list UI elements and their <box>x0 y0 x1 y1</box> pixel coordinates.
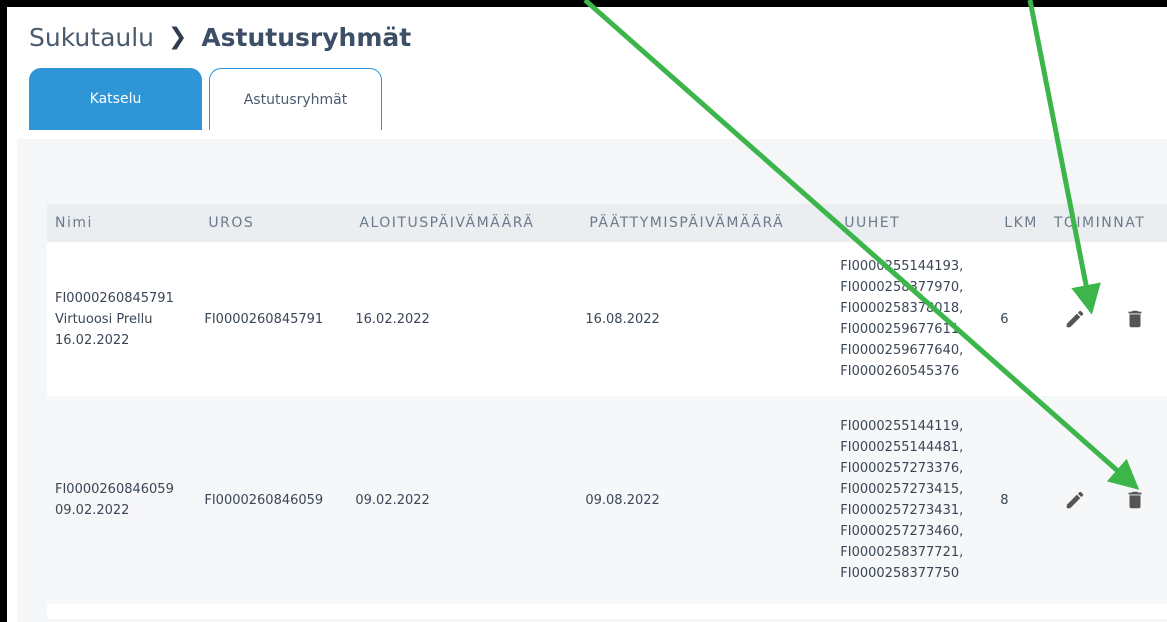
cell-aloitus: 09.02.2022 <box>351 396 582 604</box>
tab-astutusryhmat[interactable]: Astutusryhmät <box>209 68 382 130</box>
cell-nimi: FI0000260846059 09.02.2022 <box>47 396 201 604</box>
content-panel: Nimi UROS ALOITUSPÄIVÄMÄÄRÄ PÄÄTTYMISPÄI… <box>17 139 1167 622</box>
cell-uuhet: FI0000255144119, FI0000255144481, FI0000… <box>836 396 997 604</box>
table-header-row: Nimi UROS ALOITUSPÄIVÄMÄÄRÄ PÄÄTTYMISPÄI… <box>47 204 1167 242</box>
header-uuhet[interactable]: UUHET <box>836 204 997 242</box>
table-row: FI0000260846059 09.02.2022 FI00002608460… <box>47 396 1167 604</box>
cell-uuhet: FI0000255144193, FI0000258377970, FI0000… <box>840 259 964 379</box>
table-row: FI0000260845791 Virtuoosi Prellu 16.02.2… <box>47 242 1167 396</box>
header-uros[interactable]: UROS <box>200 204 352 242</box>
page-title: Astutusryhmät <box>201 22 412 52</box>
cell-uros: FI0000260845791 <box>204 311 324 327</box>
cell-actions <box>1046 242 1167 396</box>
page-frame: Sukutaulu ❯ Astutusryhmät Katselu Astutu… <box>7 7 1167 622</box>
cell-paattymis: 16.08.2022 <box>585 311 660 327</box>
pencil-icon[interactable] <box>1064 308 1086 330</box>
tab-katselu[interactable]: Katselu <box>29 68 202 130</box>
breadcrumb-separator-icon: ❯ <box>168 24 188 50</box>
table-container: Nimi UROS ALOITUSPÄIVÄMÄÄRÄ PÄÄTTYMISPÄI… <box>47 204 1167 619</box>
cell-uros: FI0000260846059 <box>200 396 352 604</box>
cell-lkm: 8 <box>996 396 1046 604</box>
trash-icon[interactable] <box>1124 489 1146 511</box>
cell-paattymis: 09.08.2022 <box>581 396 837 604</box>
header-paattymispaivamaara[interactable]: PÄÄTTYMISPÄIVÄMÄÄRÄ <box>581 204 837 242</box>
cell-actions <box>1045 396 1167 604</box>
header-nimi[interactable]: Nimi <box>47 204 201 242</box>
header-toiminnat: TOIMINNAT <box>1045 204 1167 242</box>
header-lkm[interactable]: LKM <box>996 204 1046 242</box>
groups-table: Nimi UROS ALOITUSPÄIVÄMÄÄRÄ PÄÄTTYMISPÄI… <box>47 204 1167 604</box>
pencil-icon[interactable] <box>1064 489 1086 511</box>
cell-aloitus: 16.02.2022 <box>355 311 430 327</box>
cell-lkm: 6 <box>1000 311 1009 327</box>
header-aloituspaivamaara[interactable]: ALOITUSPÄIVÄMÄÄRÄ <box>351 204 582 242</box>
breadcrumb-root[interactable]: Sukutaulu <box>29 23 154 52</box>
cell-nimi: FI0000260845791 Virtuoosi Prellu 16.02.2… <box>55 290 174 348</box>
trash-icon[interactable] <box>1124 308 1146 330</box>
breadcrumb: Sukutaulu ❯ Astutusryhmät <box>29 17 411 57</box>
